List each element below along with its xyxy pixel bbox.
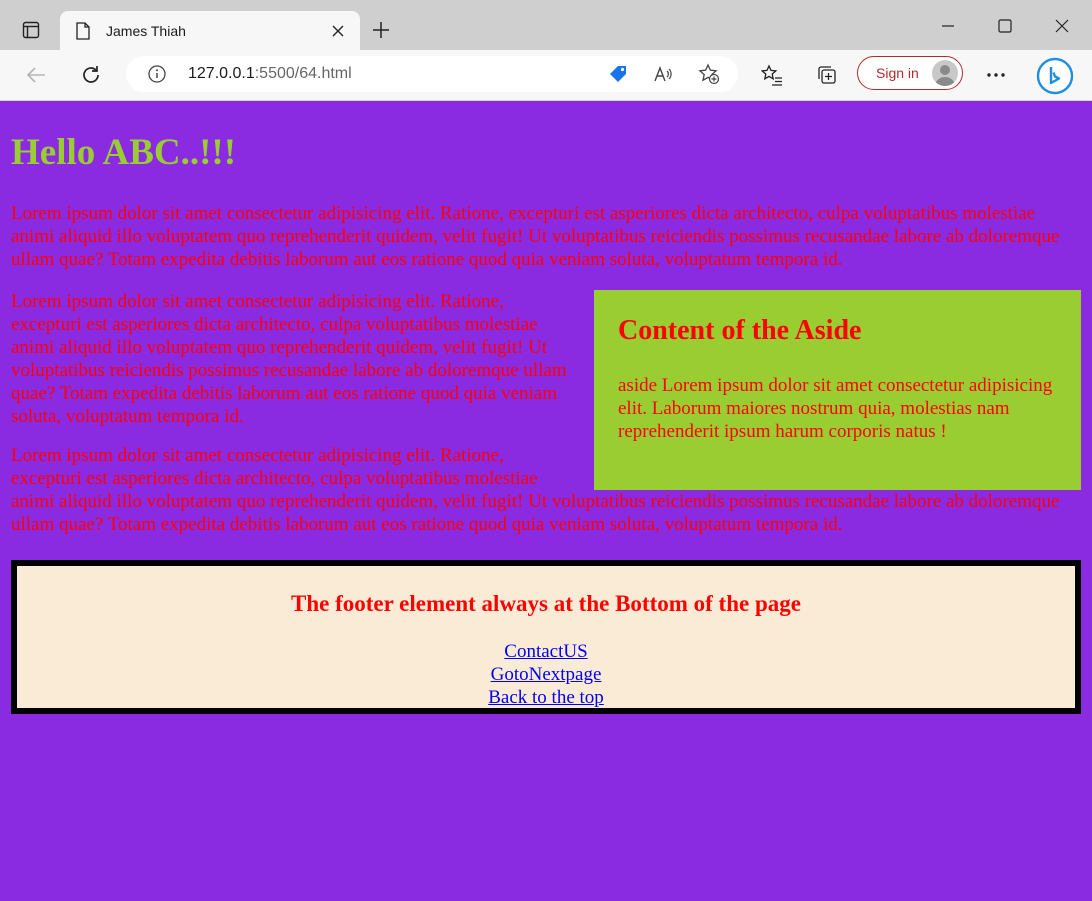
page-heading: Hello ABC..!!! xyxy=(11,132,237,173)
coupon-tag-icon[interactable] xyxy=(607,63,629,85)
tab-actions-icon[interactable] xyxy=(12,14,50,46)
collections-icon[interactable] xyxy=(815,63,839,87)
address-bar[interactable]: 127.0.0.1:5500/64.html xyxy=(126,56,738,92)
browser-tab[interactable]: James Thiah xyxy=(60,11,360,50)
back-to-top-link[interactable]: Back to the top xyxy=(488,686,604,709)
browser-toolbar: 127.0.0.1:5500/64.html Sign in xyxy=(0,50,1092,101)
more-menu-icon[interactable] xyxy=(984,63,1008,87)
aside-text: aside Lorem ipsum dolor sit amet consect… xyxy=(618,375,1053,442)
footer-links: ContactUS GotoNextpage Back to the top xyxy=(488,640,604,709)
new-tab-icon[interactable] xyxy=(370,19,392,41)
maximize-icon[interactable] xyxy=(993,14,1017,38)
url-text[interactable]: 127.0.0.1:5500/64.html xyxy=(188,65,352,83)
sign-in-label: Sign in xyxy=(876,65,919,81)
page-icon xyxy=(76,21,92,41)
close-window-icon[interactable] xyxy=(1050,14,1074,38)
favorites-icon[interactable] xyxy=(760,63,784,87)
page-footer: The footer element always at the Bottom … xyxy=(11,560,1081,714)
url-path: :5500/64.html xyxy=(254,65,352,82)
refresh-icon[interactable] xyxy=(79,63,103,87)
intro-paragraph: Lorem ipsum dolor sit amet consectetur a… xyxy=(11,203,1060,270)
tab-title: James Thiah xyxy=(106,22,186,39)
aside-box: Content of the Aside aside Lorem ipsum d… xyxy=(594,290,1081,490)
contact-us-link[interactable]: ContactUS xyxy=(488,640,604,663)
minimize-icon[interactable] xyxy=(936,14,960,38)
sign-in-button[interactable]: Sign in xyxy=(857,56,963,90)
close-tab-icon[interactable] xyxy=(328,21,348,41)
article-section: Content of the Aside aside Lorem ipsum d… xyxy=(11,290,1081,552)
profile-avatar-icon xyxy=(932,60,958,86)
aside-title: Content of the Aside xyxy=(618,315,862,346)
goto-next-page-link[interactable]: GotoNextpage xyxy=(488,663,604,686)
site-info-icon[interactable] xyxy=(148,65,166,83)
add-favorite-icon[interactable] xyxy=(698,63,720,85)
footer-title: The footer element always at the Bottom … xyxy=(291,591,801,616)
read-aloud-icon[interactable] xyxy=(652,63,674,85)
browser-tab-bar: James Thiah xyxy=(0,0,1092,50)
page-content: Hello ABC..!!! Lorem ipsum dolor sit ame… xyxy=(0,101,1092,901)
bing-chat-icon[interactable] xyxy=(1036,57,1074,95)
back-icon[interactable] xyxy=(24,63,48,87)
url-host: 127.0.0.1 xyxy=(188,65,255,82)
